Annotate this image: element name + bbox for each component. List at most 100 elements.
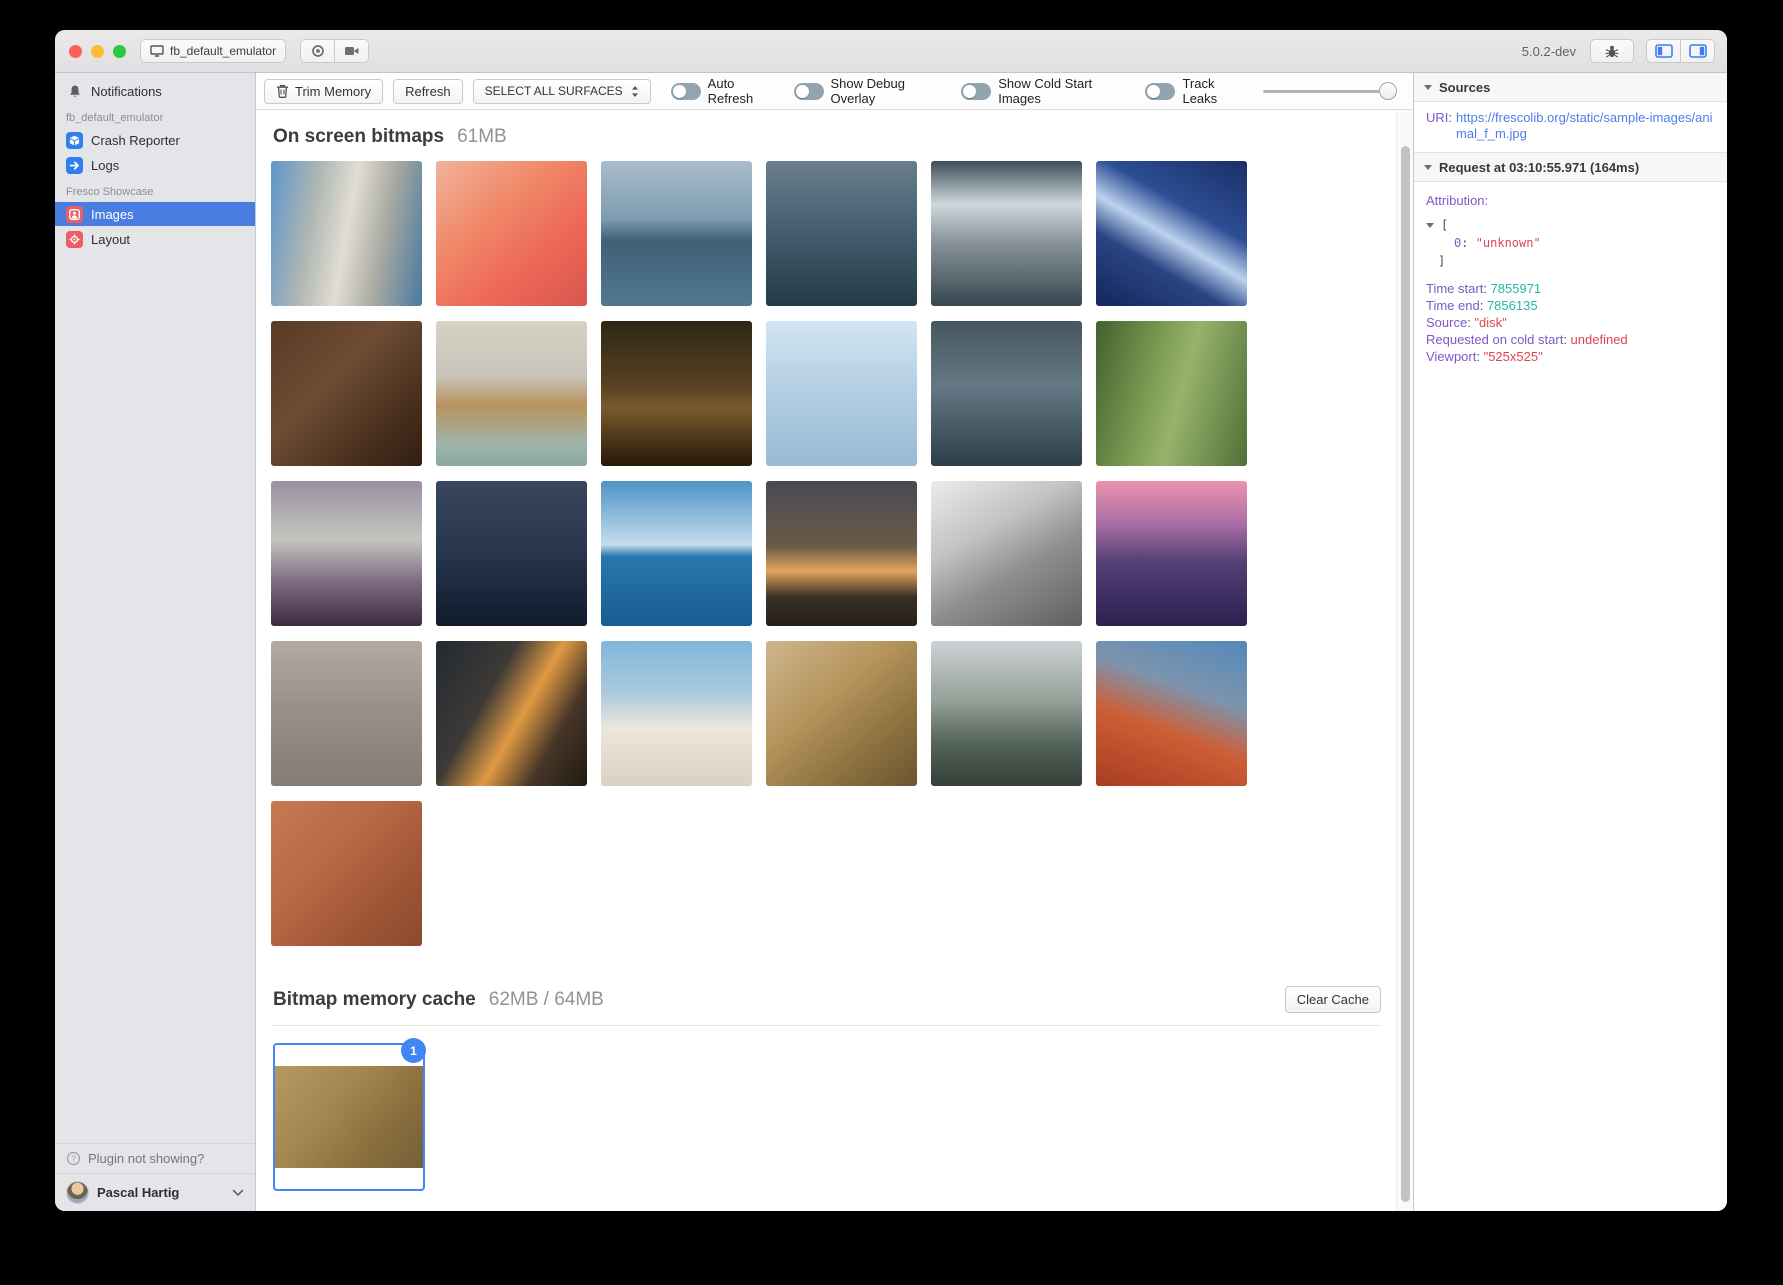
bitmap-thumbnail-tools-flatlay[interactable] bbox=[271, 321, 422, 466]
user-name: Pascal Hartig bbox=[97, 1185, 179, 1200]
screen-record-button[interactable] bbox=[334, 39, 369, 63]
bug-report-button[interactable] bbox=[1590, 39, 1634, 63]
open-bracket: [ bbox=[1441, 218, 1448, 232]
bitmap-thumbnail-northern-light-streak[interactable] bbox=[1096, 161, 1247, 306]
attribution-entry: 0: "unknown" bbox=[1426, 236, 1715, 250]
sidebar-item-images[interactable]: Images bbox=[55, 202, 255, 226]
monitor-icon bbox=[150, 45, 164, 57]
bitmap-thumbnail-city-street-sunset[interactable] bbox=[766, 481, 917, 626]
plugin-help-link[interactable]: ? Plugin not showing? bbox=[55, 1143, 255, 1173]
onscreen-title: On screen bitmaps bbox=[273, 126, 444, 148]
traffic-lights bbox=[69, 45, 126, 58]
toggle-group-track-leaks: Track Leaks bbox=[1145, 76, 1248, 106]
sidebar-bottom: ? Plugin not showing? Pascal Hartig bbox=[55, 1143, 255, 1211]
bitmap-thumbnail-wooden-pier[interactable] bbox=[436, 321, 587, 466]
clear-cache-button[interactable]: Clear Cache bbox=[1285, 986, 1381, 1013]
cache-heading: Bitmap memory cache 62MB / 64MB Clear Ca… bbox=[273, 986, 1381, 1013]
scrollbar-track[interactable] bbox=[1396, 110, 1413, 1211]
bitmap-thumbnail-foggy-purple-trees[interactable] bbox=[271, 481, 422, 626]
bitmap-thumbnail-sea-and-clouds[interactable] bbox=[601, 481, 752, 626]
user-menu[interactable]: Pascal Hartig bbox=[55, 1173, 255, 1211]
sidebar-item-notifications[interactable]: Notifications bbox=[55, 79, 255, 103]
sidebar-section-fb-default-emulator: fb_default_emulator bbox=[55, 104, 255, 127]
triangle-down-icon bbox=[1424, 85, 1432, 90]
request-kv-rows: Time start: 7855971Time end: 7856135Sour… bbox=[1426, 280, 1715, 365]
cache-count-badge: 1 bbox=[401, 1038, 426, 1063]
user-avatar bbox=[66, 1181, 89, 1204]
bitmap-thumbnail-weathered-planks[interactable] bbox=[271, 641, 422, 786]
layout-icon bbox=[66, 231, 83, 248]
slider-knob[interactable] bbox=[1379, 82, 1397, 100]
toggle-knob bbox=[673, 85, 686, 98]
uri-link[interactable]: https://frescolib.org/static/sample-imag… bbox=[1456, 110, 1717, 142]
toggle-auto-refresh[interactable] bbox=[671, 83, 701, 100]
images-icon bbox=[66, 206, 83, 223]
sidebar-item-label: Logs bbox=[91, 158, 119, 173]
svg-text:?: ? bbox=[71, 1154, 76, 1164]
refresh-label: Refresh bbox=[405, 84, 451, 99]
device-selector-button[interactable]: fb_default_emulator bbox=[140, 39, 286, 63]
cached-image-cell[interactable]: 1 bbox=[273, 1043, 425, 1191]
close-window-button[interactable] bbox=[69, 45, 82, 58]
cache-divider bbox=[273, 1025, 1381, 1026]
sidebar-item-crash-reporter[interactable]: Crash Reporter bbox=[55, 128, 255, 152]
bitmap-thumbnail-bamboo-stalks[interactable] bbox=[1096, 321, 1247, 466]
sources-section-header[interactable]: Sources bbox=[1414, 73, 1727, 102]
zoom-window-button[interactable] bbox=[113, 45, 126, 58]
toggle-left-panel-button[interactable] bbox=[1646, 39, 1681, 63]
bitmap-thumbnail-station-sunburst[interactable] bbox=[436, 641, 587, 786]
surface-select[interactable]: SELECT ALL SURFACES bbox=[473, 79, 651, 104]
bitmap-thumbnail-church-at-dusk[interactable] bbox=[601, 321, 752, 466]
minimize-window-button[interactable] bbox=[91, 45, 104, 58]
sidebar-item-logs[interactable]: Logs bbox=[55, 153, 255, 177]
sidebar-item-label: Crash Reporter bbox=[91, 133, 180, 148]
attribution-entries: 0: "unknown" bbox=[1426, 236, 1715, 250]
screenshot-button[interactable] bbox=[300, 39, 335, 63]
plugin-help-label: Plugin not showing? bbox=[88, 1151, 204, 1166]
toggle-knob bbox=[1147, 85, 1160, 98]
toggle-track-leaks[interactable] bbox=[1145, 83, 1175, 100]
detail-row-time-start: Time start: 7855971 bbox=[1426, 280, 1715, 297]
trim-memory-button[interactable]: Trim Memory bbox=[264, 79, 383, 104]
toggle-show-cold-start-images[interactable] bbox=[961, 83, 991, 100]
toggle-group-show-debug-overlay: Show Debug Overlay bbox=[794, 76, 947, 106]
uri-row: URI: https://frescolib.org/static/sample… bbox=[1414, 102, 1727, 153]
detail-row-source: Source: "disk" bbox=[1426, 314, 1715, 331]
bitmap-thumbnail-lookup-skyscraper[interactable] bbox=[271, 161, 422, 306]
scrollbar-thumb[interactable] bbox=[1401, 146, 1410, 1202]
bitmap-thumbnail-coffee-table-tiles[interactable] bbox=[271, 801, 422, 946]
bitmap-thumbnail-red-bridge-tower[interactable] bbox=[1096, 641, 1247, 786]
bitmap-thumbnail-concrete-towers-sky[interactable] bbox=[766, 321, 917, 466]
capture-buttons bbox=[300, 39, 369, 63]
onscreen-size: 61MB bbox=[457, 126, 507, 148]
bitmap-thumbnail-white-village-buildings[interactable] bbox=[601, 641, 752, 786]
trash-icon bbox=[276, 84, 289, 98]
bitmap-thumbnail-monochrome-hillside[interactable] bbox=[931, 481, 1082, 626]
bitmap-thumbnail-man-overlooking-lake[interactable] bbox=[601, 161, 752, 306]
titlebar-right: 5.0.2-dev bbox=[1522, 39, 1715, 63]
thumbnail-size-slider[interactable] bbox=[1263, 81, 1395, 102]
toggle-label: Show Debug Overlay bbox=[831, 76, 947, 106]
attribution-json-open[interactable]: [ bbox=[1426, 218, 1715, 232]
bitmap-thumbnail-snowy-mountains[interactable] bbox=[931, 161, 1082, 306]
bitmap-thumbnail-orange-flowers[interactable] bbox=[436, 161, 587, 306]
request-section-header[interactable]: Request at 03:10:55.971 (164ms) bbox=[1414, 153, 1727, 182]
refresh-button[interactable]: Refresh bbox=[393, 79, 463, 104]
bitmap-thumbnail-man-in-mist[interactable] bbox=[931, 321, 1082, 466]
sidebar-item-label: Notifications bbox=[91, 84, 162, 99]
toggle-group-show-cold-start-images: Show Cold Start Images bbox=[961, 76, 1130, 106]
bitmap-thumbnail-suspension-bridge-night[interactable] bbox=[436, 481, 587, 626]
crash-reporter-icon bbox=[66, 132, 83, 149]
triangle-down-icon bbox=[1426, 223, 1434, 228]
bitmap-thumbnail-snowy-conifers[interactable] bbox=[931, 641, 1082, 786]
bitmap-thumbnail-autumn-leaves[interactable] bbox=[766, 641, 917, 786]
toggle-right-panel-button[interactable] bbox=[1680, 39, 1715, 63]
bitmap-thumbnail-plane-wreck-beach[interactable] bbox=[766, 161, 917, 306]
toggle-show-debug-overlay[interactable] bbox=[794, 83, 824, 100]
detail-row-viewport: Viewport: "525x525" bbox=[1426, 348, 1715, 365]
sidebar-list: Notifications fb_default_emulator Crash Re… bbox=[55, 73, 255, 251]
app-version: 5.0.2-dev bbox=[1522, 44, 1576, 59]
bitmap-thumbnail-pink-storm-clouds[interactable] bbox=[1096, 481, 1247, 626]
bell-icon bbox=[66, 83, 83, 100]
sidebar-item-layout[interactable]: Layout bbox=[55, 227, 255, 251]
